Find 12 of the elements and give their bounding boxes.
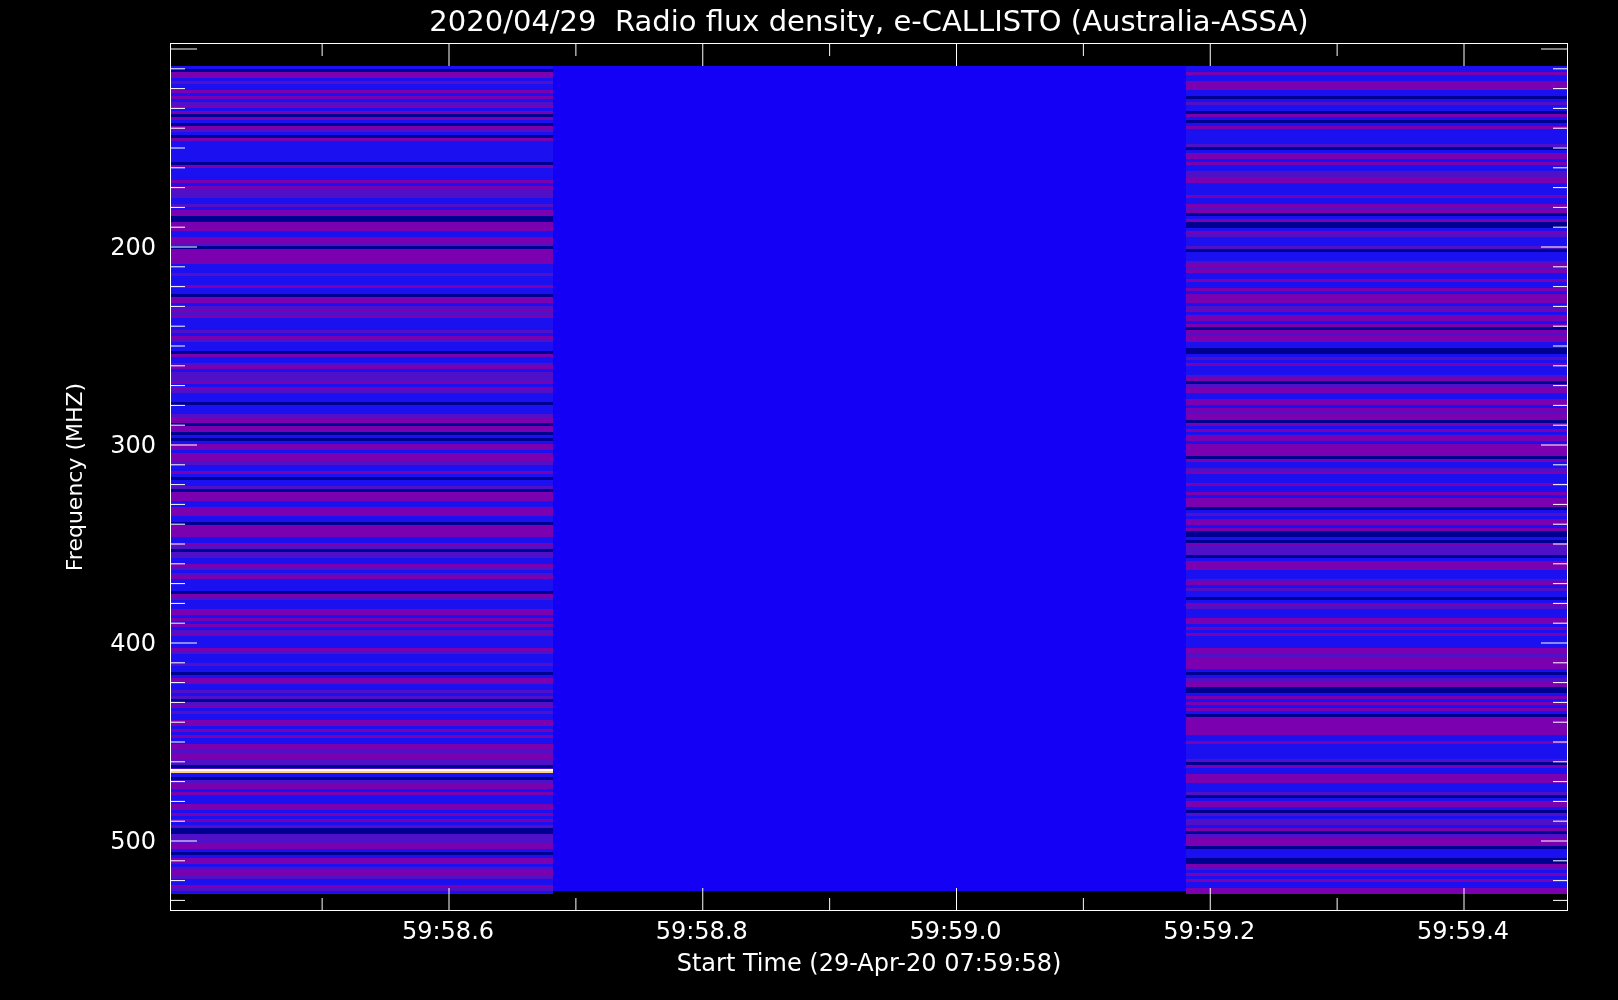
y-tick-label: 400 (110, 631, 156, 655)
x-tick-label: 59:59.2 (1163, 919, 1256, 943)
x-tick-label: 59:58.8 (655, 919, 748, 943)
x-axis-label: Start Time (29-Apr-20 07:59:58) (676, 951, 1062, 975)
chart-title: 2020/04/29 Radio flux density, e-CALLISTO (Australia-ASSA) (429, 7, 1309, 36)
x-tick-label: 59:59.4 (1416, 919, 1510, 943)
x-tick-label: 59:58.6 (401, 919, 495, 943)
y-tick-label: 500 (110, 829, 156, 853)
x-tick-label: 59:59.0 (909, 919, 1002, 943)
y-tick-label: 300 (110, 433, 156, 457)
y-tick-label: 200 (110, 235, 156, 259)
y-axis-label: Frequency (MHZ) (64, 382, 86, 572)
